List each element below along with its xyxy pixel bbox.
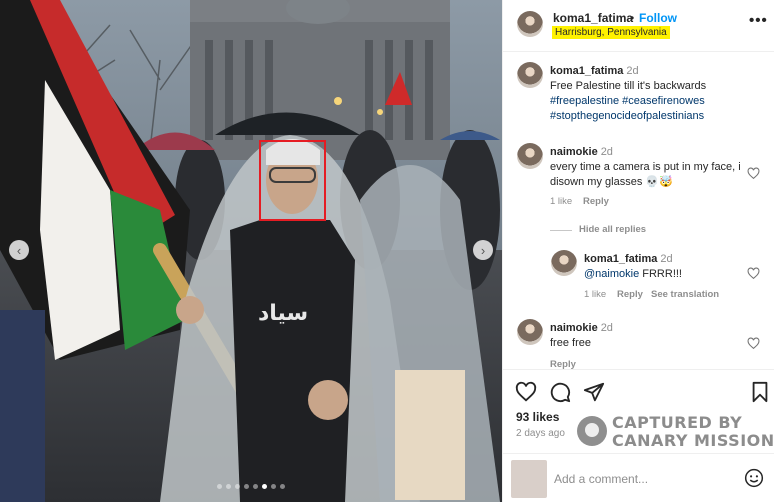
add-comment-bar: Add a comment... xyxy=(503,453,774,502)
follow-button[interactable]: Follow xyxy=(639,11,677,25)
comments-list: koma1_fatima 2d Free Palestine till it's … xyxy=(503,53,774,369)
comment-username[interactable]: naimokie xyxy=(550,146,598,158)
comment-time: 2d xyxy=(600,146,613,158)
comment-text: naimokie 2d free free xyxy=(550,321,750,351)
carousel-dot xyxy=(244,484,249,489)
hide-replies-button[interactable]: Hide all replies xyxy=(579,224,646,235)
reply-username[interactable]: koma1_fatima xyxy=(584,253,657,265)
watermark: CAPTURED BY CANARY MISSION xyxy=(577,412,774,452)
post-header: koma1_fatima • Follow Harrisburg, Pennsy… xyxy=(503,0,774,52)
watermark-line-2: CANARY MISSION xyxy=(612,431,774,450)
post-photo: سياد ‹ › xyxy=(0,0,502,502)
heart-icon[interactable] xyxy=(515,381,537,403)
comment-text: naimokie 2d every time a camera is put in… xyxy=(550,145,750,190)
comment-time: 2d xyxy=(600,322,613,334)
canary-logo-icon xyxy=(577,416,607,446)
comment-reply-button[interactable]: Reply xyxy=(583,196,609,207)
carousel-dot xyxy=(217,484,222,489)
watermark-line-1: CAPTURED BY xyxy=(612,413,743,432)
heart-icon[interactable] xyxy=(747,267,760,280)
avatar[interactable] xyxy=(517,143,543,169)
caption-body: Free Palestine till it's backwards xyxy=(550,80,707,92)
caption-username[interactable]: koma1_fatima xyxy=(550,65,623,77)
carousel-next-button[interactable]: › xyxy=(473,240,493,260)
carousel-dot xyxy=(226,484,231,489)
bookmark-icon[interactable] xyxy=(749,381,771,403)
reply-time: 2d xyxy=(660,253,673,265)
separator-dot: • xyxy=(630,11,635,25)
hashtag-line-1[interactable]: #freepalestine #ceasefirenowes xyxy=(550,95,705,107)
avatar[interactable] xyxy=(517,62,543,88)
hashtag-line-2[interactable]: #stopthegenocideofpalestinians xyxy=(550,110,704,122)
emoji-icon[interactable] xyxy=(744,468,764,488)
avatar[interactable] xyxy=(551,250,577,276)
carousel-dot xyxy=(262,484,267,489)
replies-divider xyxy=(550,230,572,231)
avatar[interactable] xyxy=(517,11,543,37)
face-highlight-box xyxy=(259,140,326,221)
heart-icon[interactable] xyxy=(747,337,760,350)
like-count[interactable]: 93 likes xyxy=(516,410,559,424)
comment-reply-button[interactable]: Reply xyxy=(550,359,576,369)
protest-photo: سياد xyxy=(0,0,502,502)
carousel-dot xyxy=(280,484,285,489)
location-link[interactable]: Harrisburg, Pennsylvania xyxy=(552,26,670,39)
comment-username[interactable]: naimokie xyxy=(550,322,598,334)
reply-like-count[interactable]: 1 like xyxy=(584,289,606,300)
chevron-right-icon: › xyxy=(480,242,486,258)
reply-text: koma1_fatima 2d @naimokie FRRR!!! xyxy=(584,252,749,282)
more-icon[interactable]: ••• xyxy=(749,12,768,29)
avatar xyxy=(511,460,547,498)
reply-reply-button[interactable]: Reply xyxy=(617,289,643,300)
post-date: 2 days ago xyxy=(516,428,565,439)
svg-text:سياد: سياد xyxy=(258,301,308,326)
carousel-indicator xyxy=(0,484,502,489)
post-username[interactable]: koma1_fatima xyxy=(553,11,633,25)
reply-body: FRRR!!! xyxy=(642,268,682,280)
avatar[interactable] xyxy=(517,319,543,345)
comment-body: every time a camera is put in my face, i… xyxy=(550,161,741,188)
comment-like-count[interactable]: 1 like xyxy=(550,196,572,207)
carousel-prev-button[interactable]: ‹ xyxy=(9,240,29,260)
caption-text: koma1_fatima 2d Free Palestine till it's … xyxy=(550,64,750,124)
see-translation-button[interactable]: See translation xyxy=(651,289,719,300)
comment-body: free free xyxy=(550,337,591,349)
comment-icon[interactable] xyxy=(549,381,571,403)
heart-icon[interactable] xyxy=(747,167,760,180)
carousel-dot xyxy=(253,484,258,489)
share-icon[interactable] xyxy=(583,381,605,403)
carousel-dot xyxy=(235,484,240,489)
reply-mention[interactable]: @naimokie xyxy=(584,268,639,280)
chevron-left-icon: ‹ xyxy=(16,242,22,258)
comment-input[interactable]: Add a comment... xyxy=(554,472,648,486)
caption-time: 2d xyxy=(626,65,639,77)
carousel-dot xyxy=(271,484,276,489)
